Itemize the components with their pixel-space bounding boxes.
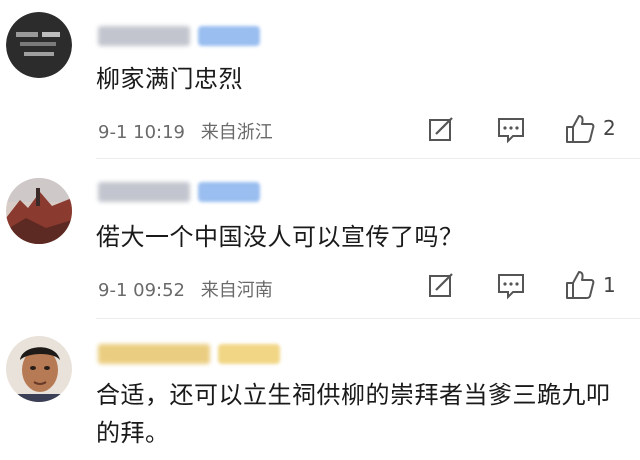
avatar[interactable] — [6, 336, 72, 402]
comment-item-2: 偌大一个中国没人可以宣传了吗？ 9-1 09:52 来自河南 1 — [0, 160, 640, 319]
vip-badge — [198, 26, 260, 46]
dark-text-avatar-icon — [6, 12, 72, 78]
person-portrait-avatar-icon — [6, 336, 72, 402]
like-count: 1 — [603, 273, 616, 297]
thumbs-up-icon — [566, 115, 595, 143]
vip-badge — [218, 344, 280, 364]
comment-location: 来自河南 — [200, 280, 273, 301]
edit-icon — [429, 273, 453, 297]
vip-badge — [198, 182, 260, 202]
edit-icon — [429, 117, 453, 141]
avatar[interactable] — [6, 178, 72, 244]
username-blurred[interactable] — [98, 344, 210, 364]
divider — [96, 318, 640, 319]
like-count: 2 — [603, 116, 616, 140]
comment-text: 偌大一个中国没人可以宣传了吗？ — [96, 223, 464, 251]
landscape-photo-avatar-icon — [6, 178, 72, 244]
repost-button[interactable] — [424, 112, 458, 146]
thumbs-up-icon — [566, 271, 595, 299]
comment-item-3: 合适，还可以立生祠供柳的崇拜者当爹三跪九叩的拜。 — [0, 322, 640, 460]
comment-item-1: 柳家满门忠烈 9-1 10:19 来自浙江 2 — [0, 0, 640, 159]
comment-time: 9-1 09:52 — [98, 280, 185, 301]
like-button[interactable] — [562, 268, 596, 302]
like-button[interactable] — [562, 112, 596, 146]
repost-button[interactable] — [424, 268, 458, 302]
comment-button[interactable] — [494, 112, 528, 146]
comment-location: 来自浙江 — [200, 122, 273, 143]
comment-text: 合适，还可以立生祠供柳的崇拜者当爹三跪九叩的拜。 — [96, 381, 611, 447]
username-blurred[interactable] — [98, 26, 190, 46]
username-blurred[interactable] — [98, 182, 190, 202]
comment-meta: 9-1 10:19 来自浙江 — [98, 118, 273, 144]
avatar[interactable] — [6, 12, 72, 78]
comment-text: 柳家满门忠烈 — [96, 65, 243, 93]
divider — [96, 158, 640, 159]
comment-time: 9-1 10:19 — [98, 122, 185, 143]
comment-button[interactable] — [494, 268, 528, 302]
comment-meta: 9-1 09:52 来自河南 — [98, 276, 273, 302]
comment-bubble-icon — [498, 274, 524, 300]
comment-bubble-icon — [498, 118, 524, 144]
